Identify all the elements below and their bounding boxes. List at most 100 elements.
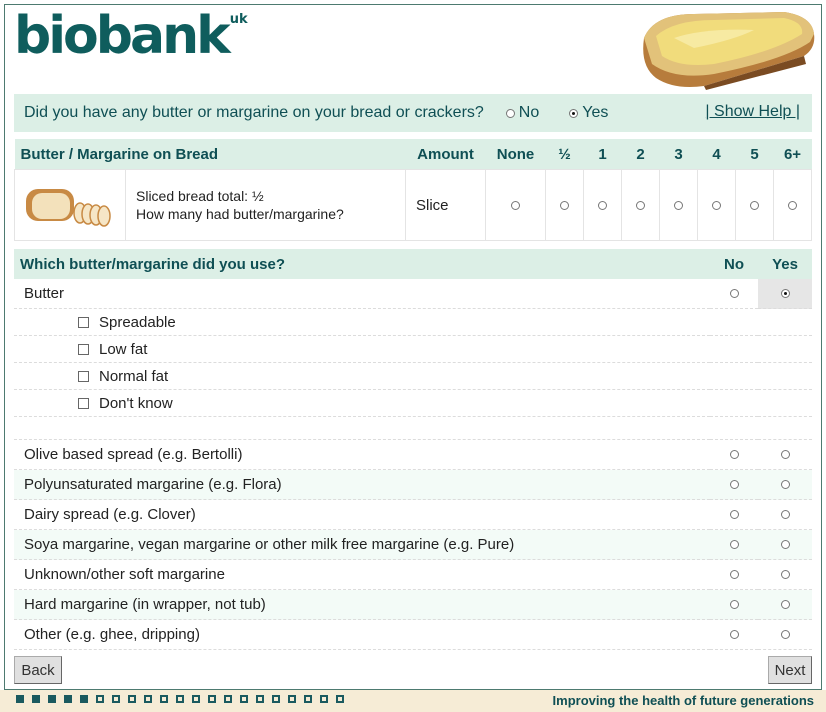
unknown-margarine-no-radio[interactable] xyxy=(729,570,739,579)
amount-3-radio[interactable] xyxy=(674,200,683,210)
butter-no-radio[interactable] xyxy=(729,289,739,298)
progress-step xyxy=(208,695,216,703)
spacer-cell xyxy=(14,416,812,440)
hard-margarine-yes-radio[interactable] xyxy=(780,600,790,609)
progress-step xyxy=(272,695,280,703)
butter-type-row: Don't know xyxy=(14,389,812,417)
amount-6plus-radio[interactable] xyxy=(788,200,797,210)
option-no-cell xyxy=(710,559,758,590)
amount-half-radio[interactable] xyxy=(560,200,569,210)
butter-yes-radio[interactable] xyxy=(780,289,790,298)
soya-margarine-no-radio[interactable] xyxy=(729,540,739,549)
spacer-row xyxy=(14,416,812,440)
spread-option-row: Other (e.g. ghee, dripping) xyxy=(14,619,812,650)
progress-step xyxy=(320,695,328,703)
spread-option-label: Soya margarine, vegan margarine or other… xyxy=(14,529,710,560)
amount-header-row: Butter / Margarine on Bread Amount None … xyxy=(14,139,812,170)
amount-cell-half xyxy=(545,169,584,241)
option-no-cell xyxy=(710,469,758,500)
dont-know-checkbox[interactable] xyxy=(78,397,89,409)
progress-step xyxy=(128,695,136,703)
footer-bar: Improving the health of future generatio… xyxy=(0,690,826,712)
dont-know-label: Don't know xyxy=(99,394,173,412)
normal-fat-label: Normal fat xyxy=(99,367,169,385)
progress-step xyxy=(144,695,152,703)
amount-none-radio[interactable] xyxy=(511,200,520,210)
amount-row: Sliced bread total: ½ How many had butte… xyxy=(14,169,812,241)
progress-step xyxy=(16,695,24,703)
spreadable-label: Spreadable xyxy=(99,313,176,331)
progress-step xyxy=(32,695,40,703)
polyunsaturated-yes-radio[interactable] xyxy=(780,480,790,489)
progress-step xyxy=(224,695,232,703)
spread-option-row: Olive based spread (e.g. Bertolli) xyxy=(14,439,812,470)
answer-no-label: No xyxy=(518,104,540,121)
option-no-cell xyxy=(710,589,758,620)
olive-spread-yes-radio[interactable] xyxy=(780,450,790,459)
amount-1-radio[interactable] xyxy=(598,200,607,210)
spread-option-label: Olive based spread (e.g. Bertolli) xyxy=(14,439,710,470)
other-spread-yes-radio[interactable] xyxy=(780,630,790,639)
answer-no-radio[interactable] xyxy=(505,108,515,118)
option-yes-cell xyxy=(758,529,812,560)
spread-option-label: Other (e.g. ghee, dripping) xyxy=(14,619,710,650)
amount-4-radio[interactable] xyxy=(712,200,721,210)
amount-header-5: 5 xyxy=(735,139,774,170)
amount-header-half: ½ xyxy=(545,139,584,170)
next-button[interactable]: Next xyxy=(768,656,812,684)
spread-header-yes: Yes xyxy=(758,249,812,279)
dairy-spread-no-radio[interactable] xyxy=(729,510,739,519)
spread-option-row: Unknown/other soft margarine xyxy=(14,559,812,590)
progress-indicator xyxy=(16,695,352,703)
spread-option-row: Polyunsaturated margarine (e.g. Flora) xyxy=(14,469,812,500)
unknown-margarine-yes-radio[interactable] xyxy=(780,570,790,579)
answer-yes-label: Yes xyxy=(582,104,609,121)
other-spread-no-radio[interactable] xyxy=(729,630,739,639)
dairy-spread-yes-radio[interactable] xyxy=(780,510,790,519)
amount-description: Sliced bread total: ½ How many had butte… xyxy=(125,169,406,241)
logo-wordmark: biobank xyxy=(14,6,231,66)
soya-margarine-yes-radio[interactable] xyxy=(780,540,790,549)
progress-step xyxy=(176,695,184,703)
progress-step xyxy=(112,695,120,703)
spreadable-checkbox[interactable] xyxy=(78,316,89,328)
option-no-cell xyxy=(710,439,758,470)
spread-option-row: Soya margarine, vegan margarine or other… xyxy=(14,529,812,560)
question-text: Did you have any butter or margarine on … xyxy=(24,104,484,121)
butter-type-dont-know[interactable]: Don't know xyxy=(14,389,812,417)
footer-tagline: Improving the health of future generatio… xyxy=(552,693,814,708)
amount-cell-2 xyxy=(621,169,660,241)
back-button[interactable]: Back xyxy=(14,656,62,684)
low-fat-label: Low fat xyxy=(99,340,148,358)
butter-type-row: Normal fat xyxy=(14,362,812,390)
butter-no-cell xyxy=(710,279,758,309)
progress-step xyxy=(256,695,264,703)
butter-type-normal-fat[interactable]: Normal fat xyxy=(14,362,812,390)
amount-5-radio[interactable] xyxy=(750,200,759,210)
option-yes-cell xyxy=(758,439,812,470)
option-no-cell xyxy=(710,529,758,560)
answer-no-option[interactable]: No xyxy=(505,104,540,122)
olive-spread-no-radio[interactable] xyxy=(729,450,739,459)
polyunsaturated-no-radio[interactable] xyxy=(729,480,739,489)
amount-2-radio[interactable] xyxy=(636,200,645,210)
answer-yes-radio[interactable] xyxy=(569,108,579,118)
amount-table: Butter / Margarine on Bread Amount None … xyxy=(14,139,812,241)
amount-header-none: None xyxy=(485,139,546,170)
amount-header-6plus: 6+ xyxy=(773,139,812,170)
butter-type-low-fat[interactable]: Low fat xyxy=(14,335,812,363)
butter-type-spreadable[interactable]: Spreadable xyxy=(14,308,812,336)
show-help-link[interactable]: | Show Help | xyxy=(705,103,800,121)
spread-option-label: Hard margarine (in wrapper, not tub) xyxy=(14,589,710,620)
progress-step xyxy=(288,695,296,703)
answer-yes-option[interactable]: Yes xyxy=(569,104,608,122)
butter-type-row: Low fat xyxy=(14,335,812,363)
amount-header-3: 3 xyxy=(659,139,698,170)
hard-margarine-no-radio[interactable] xyxy=(729,600,739,609)
progress-step xyxy=(80,695,88,703)
normal-fat-checkbox[interactable] xyxy=(78,370,89,382)
spread-header-row: Which butter/margarine did you use? No Y… xyxy=(14,249,812,279)
option-yes-cell xyxy=(758,589,812,620)
low-fat-checkbox[interactable] xyxy=(78,343,89,355)
butter-row: Butter xyxy=(14,279,812,309)
